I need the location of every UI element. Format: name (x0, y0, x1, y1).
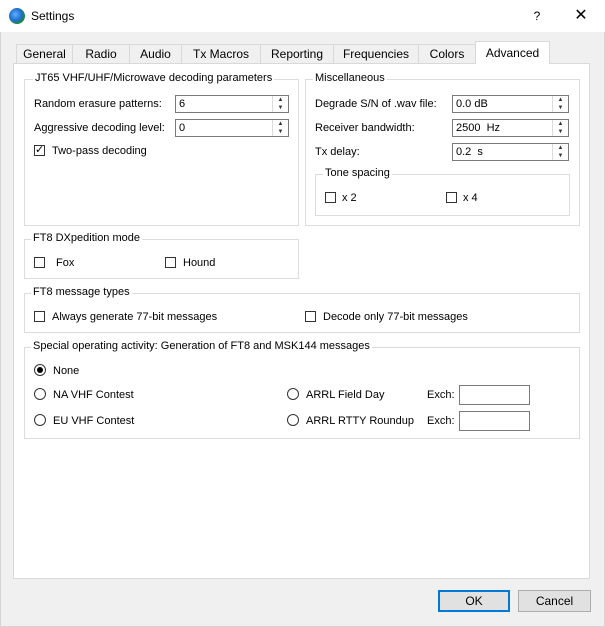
exch-rtty-input[interactable] (459, 411, 530, 431)
degrade-sn-value: 0.0 dB (456, 98, 488, 110)
random-erasure-value: 6 (179, 98, 186, 110)
spin-down-icon[interactable]: ▼ (553, 128, 568, 136)
tx-delay-value: 0.2 s (456, 146, 483, 158)
random-erasure-label: Random erasure patterns: (34, 98, 162, 110)
tab-tx-macros[interactable]: Tx Macros (181, 44, 261, 63)
tone-x2-label: x 2 (342, 192, 357, 204)
arrl-rtty-label: ARRL RTTY Roundup (306, 415, 415, 427)
aggressive-level-value: 0 (179, 122, 186, 134)
cancel-button[interactable]: Cancel (518, 590, 591, 612)
tab-audio[interactable]: Audio (129, 44, 182, 63)
spin-up-icon[interactable]: ▲ (553, 96, 568, 104)
arrl-rtty-radio[interactable] (287, 414, 299, 426)
tab-reporting[interactable]: Reporting (260, 44, 334, 63)
two-pass-checkbox[interactable] (34, 143, 45, 156)
spin-down-icon[interactable]: ▼ (273, 128, 288, 136)
random-erasure-spinbox[interactable]: 6 ▲ ▼ (175, 95, 289, 113)
tone-spacing-title: Tone spacing (323, 167, 392, 179)
exch-label-2: Exch: (427, 415, 455, 427)
receiver-bandwidth-value: 2500 Hz (456, 122, 501, 134)
message-types-group-title: FT8 message types (31, 286, 132, 298)
spin-up-icon[interactable]: ▲ (553, 144, 568, 152)
always-77bit-checkbox[interactable] (34, 311, 45, 322)
hound-checkbox[interactable] (165, 257, 176, 268)
tab-radio[interactable]: Radio (72, 44, 130, 63)
fox-label: Fox (56, 257, 75, 269)
spin-up-icon[interactable]: ▲ (273, 96, 288, 104)
aggressive-level-spinbox[interactable]: 0 ▲ ▼ (175, 119, 289, 137)
receiver-bandwidth-label: Receiver bandwidth: (315, 122, 415, 134)
decode-77bit-checkbox[interactable] (305, 311, 316, 322)
none-radio[interactable] (34, 364, 46, 376)
exch-label-1: Exch: (427, 389, 455, 401)
fox-checkbox[interactable] (34, 257, 45, 268)
degrade-sn-spinbox[interactable]: 0.0 dB ▲ ▼ (452, 95, 569, 113)
close-icon[interactable]: ✕ (566, 4, 596, 28)
spin-down-icon[interactable]: ▼ (553, 104, 568, 112)
title-bar (0, 0, 605, 32)
tx-delay-spinbox[interactable]: 0.2 s ▲ ▼ (452, 143, 569, 161)
tone-x2-checkbox[interactable] (325, 192, 336, 203)
spin-down-icon[interactable]: ▼ (553, 152, 568, 160)
eu-vhf-radio[interactable] (34, 414, 46, 426)
ok-button[interactable]: OK (438, 590, 510, 612)
two-pass-label: Two-pass decoding (52, 145, 147, 157)
special-activity-group-title: Special operating activity: Generation o… (31, 340, 372, 352)
tab-advanced[interactable]: Advanced (475, 41, 550, 64)
tone-x4-label: x 4 (463, 192, 478, 204)
na-vhf-label: NA VHF Contest (53, 389, 134, 401)
misc-group-title: Miscellaneous (313, 72, 387, 84)
none-label: None (53, 365, 80, 377)
spin-up-icon[interactable]: ▲ (273, 120, 288, 128)
na-vhf-radio[interactable] (34, 388, 46, 400)
exch-field-day-input[interactable] (459, 385, 530, 405)
always-77bit-label: Always generate 77-bit messages (52, 311, 218, 323)
app-globe-icon (9, 8, 25, 24)
tab-colors[interactable]: Colors (418, 44, 476, 63)
spin-down-icon[interactable]: ▼ (273, 104, 288, 112)
hound-label: Hound (183, 257, 216, 269)
receiver-bandwidth-spinbox[interactable]: 2500 Hz ▲ ▼ (452, 119, 569, 137)
arrl-field-day-radio[interactable] (287, 388, 299, 400)
jt65-group-title: JT65 VHF/UHF/Microwave decoding paramete… (33, 72, 275, 84)
degrade-sn-label: Degrade S/N of .wav file: (315, 98, 437, 110)
arrl-field-day-label: ARRL Field Day (306, 389, 385, 401)
tx-delay-label: Tx delay: (315, 146, 360, 158)
aggressive-level-label: Aggressive decoding level: (34, 122, 165, 134)
tone-x4-checkbox[interactable] (446, 192, 457, 203)
spin-up-icon[interactable]: ▲ (553, 120, 568, 128)
tab-general[interactable]: General (16, 44, 73, 63)
help-button[interactable]: ? (522, 4, 552, 28)
dxpedition-group-title: FT8 DXpedition mode (31, 232, 142, 244)
eu-vhf-label: EU VHF Contest (53, 415, 135, 427)
decode-77bit-label: Decode only 77-bit messages (323, 311, 468, 323)
window-title: Settings (31, 9, 75, 23)
tab-frequencies[interactable]: Frequencies (333, 44, 419, 63)
